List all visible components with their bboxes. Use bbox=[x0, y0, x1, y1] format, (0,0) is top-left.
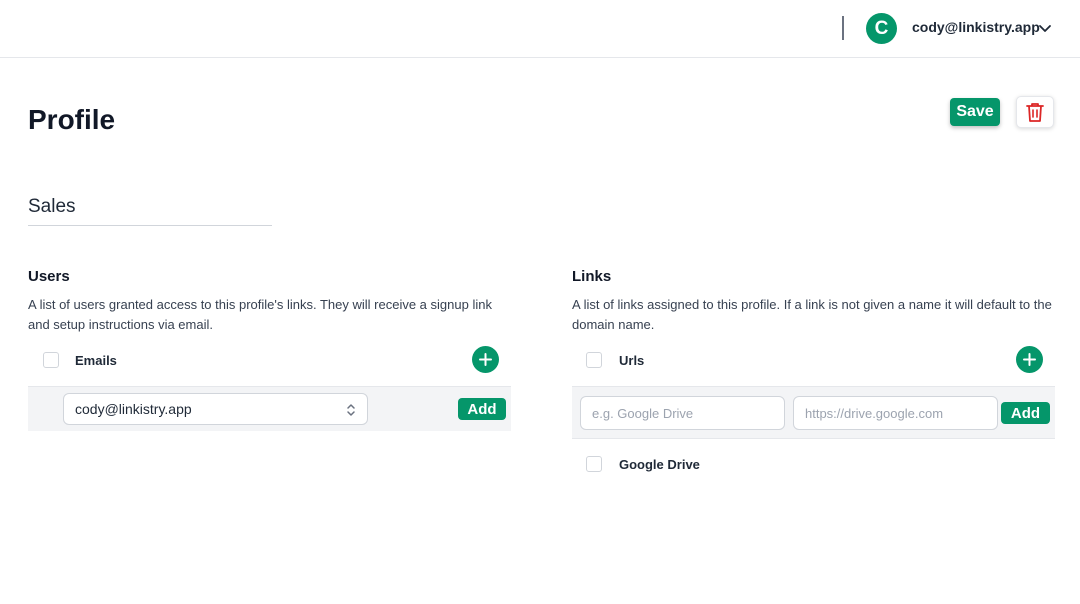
delete-button[interactable] bbox=[1016, 96, 1054, 128]
link-url-input[interactable] bbox=[793, 396, 998, 430]
link-item-checkbox[interactable] bbox=[586, 456, 602, 472]
header-divider bbox=[842, 16, 844, 40]
add-user-button[interactable] bbox=[472, 346, 499, 373]
link-name-input[interactable] bbox=[580, 396, 785, 430]
add-link-button[interactable] bbox=[1016, 346, 1043, 373]
email-select-value: cody@linkistry.app bbox=[75, 401, 192, 417]
links-section-title: Links bbox=[572, 268, 612, 285]
links-select-all-checkbox[interactable] bbox=[586, 352, 602, 368]
plus-icon bbox=[1023, 353, 1036, 366]
links-section-description: A list of links assigned to this profile… bbox=[572, 297, 1052, 332]
email-select[interactable]: cody@linkistry.app bbox=[63, 393, 368, 425]
page-title: Profile bbox=[28, 104, 116, 135]
avatar[interactable]: C bbox=[866, 13, 897, 44]
trash-icon bbox=[1026, 103, 1044, 122]
plus-icon bbox=[479, 353, 492, 366]
emails-column-label: Emails bbox=[75, 353, 117, 368]
users-select-all-checkbox[interactable] bbox=[43, 352, 59, 368]
select-arrows-icon bbox=[347, 404, 355, 416]
save-button[interactable]: Save bbox=[950, 98, 1000, 126]
add-url-button[interactable]: Add bbox=[1001, 402, 1050, 424]
users-section-title: Users bbox=[28, 268, 70, 285]
profile-name-field[interactable]: Sales bbox=[28, 196, 272, 226]
top-bar: C cody@linkistry.app bbox=[0, 0, 1080, 58]
users-section-description: A list of users granted access to this p… bbox=[28, 297, 492, 332]
chevron-down-icon[interactable] bbox=[1037, 20, 1053, 36]
add-email-button[interactable]: Add bbox=[458, 398, 506, 420]
link-item-name: Google Drive bbox=[619, 457, 700, 472]
urls-column-label: Urls bbox=[619, 353, 645, 368]
user-email[interactable]: cody@linkistry.app bbox=[912, 19, 1040, 35]
